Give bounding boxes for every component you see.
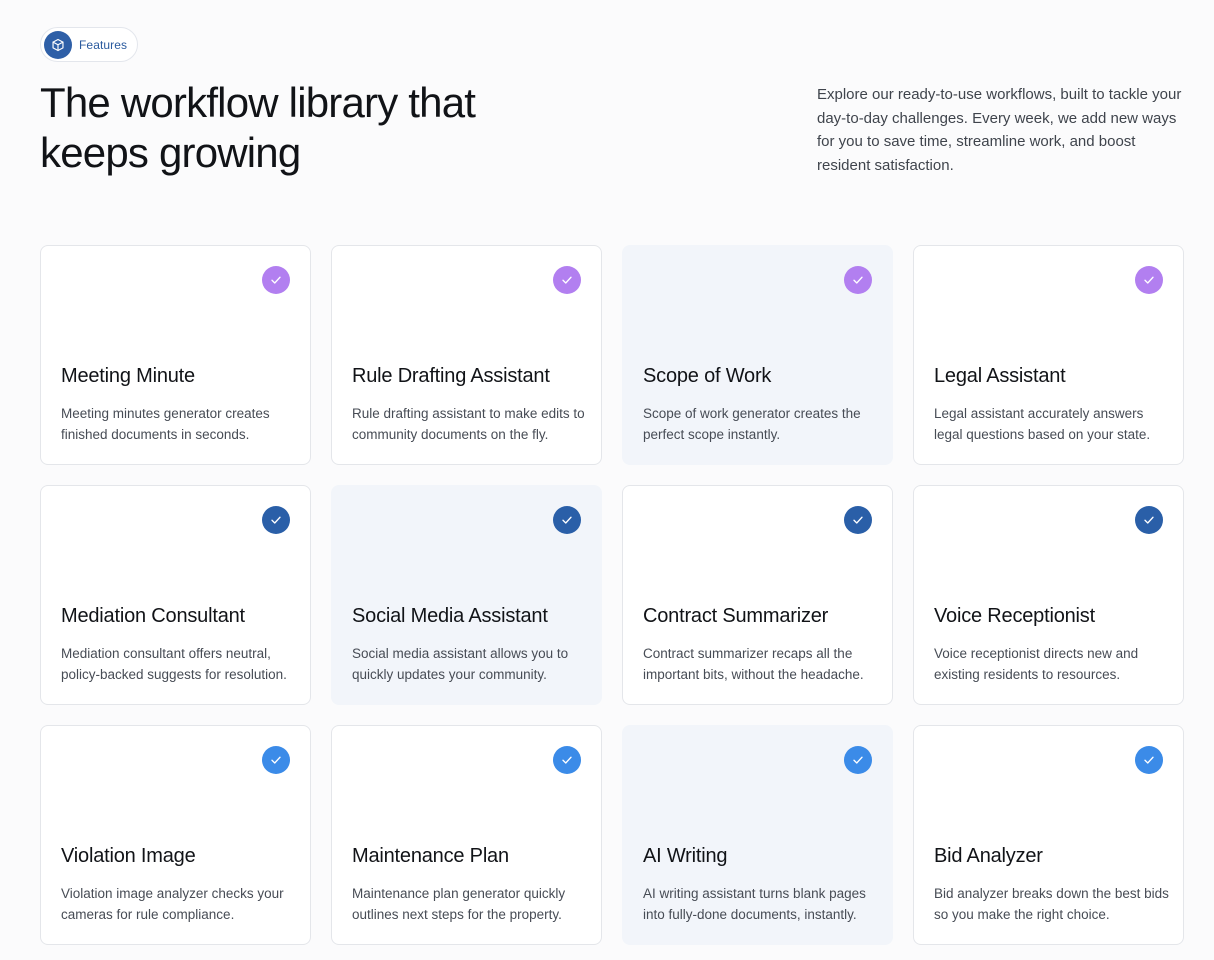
checkmark-icon (553, 506, 581, 534)
card-description: Meeting minutes generator creates finish… (61, 406, 270, 442)
checkmark-icon (1135, 266, 1163, 294)
card-title: Scope of Work (643, 365, 772, 387)
features-section: Features The workflow library that keeps… (0, 0, 1214, 960)
workflow-card-social-media-assistant[interactable]: Social Media Assistant Social media assi… (331, 485, 602, 705)
card-description: Legal assistant accurately answers legal… (934, 406, 1151, 442)
intro-text: Explore our ready-to-use workflows, buil… (817, 86, 1182, 174)
workflow-card-bid-analyzer[interactable]: Bid Analyzer Bid analyzer breaks down th… (913, 725, 1184, 945)
workflow-card-legal-assistant[interactable]: Legal Assistant Legal assistant accurate… (913, 245, 1184, 465)
checkmark-icon (844, 266, 872, 294)
card-description: Maintenance plan generator quickly outli… (352, 886, 566, 922)
card-description: Contract summarizer recaps all the impor… (643, 646, 864, 682)
workflow-card-voice-receptionist[interactable]: Voice Receptionist Voice receptionist di… (913, 485, 1184, 705)
card-description: Scope of work generator creates the perf… (643, 406, 861, 442)
workflow-grid: Meeting Minute Meeting minutes generator… (40, 245, 1184, 945)
card-description: AI writing assistant turns blank pages i… (643, 886, 866, 922)
workflow-card-violation-image[interactable]: Violation Image Violation image analyzer… (40, 725, 311, 945)
features-badge: Features (40, 27, 139, 62)
checkmark-icon (844, 506, 872, 534)
checkmark-icon (553, 266, 581, 294)
checkmark-icon (262, 746, 290, 774)
card-description: Violation image analyzer checks your cam… (61, 886, 284, 922)
page-title: The workflow library that keeps growing (40, 79, 476, 176)
card-description: Voice receptionist directs new and exist… (934, 646, 1139, 682)
badge-label: Features (79, 37, 128, 52)
workflow-card-scope-of-work[interactable]: Scope of Work Scope of work generator cr… (622, 245, 893, 465)
checkmark-icon (262, 266, 290, 294)
checkmark-icon (1135, 746, 1163, 774)
workflow-card-rule-drafting-assistant[interactable]: Rule Drafting Assistant Rule drafting as… (331, 245, 602, 465)
checkmark-icon (1135, 506, 1163, 534)
card-title: AI Writing (643, 845, 728, 867)
card-description: Social media assistant allows you to qui… (352, 646, 569, 682)
checkmark-icon (844, 746, 872, 774)
card-title: Violation Image (61, 845, 196, 867)
card-description: Bid analyzer breaks down the best bids s… (934, 886, 1169, 922)
checkmark-icon (553, 746, 581, 774)
workflow-card-mediation-consultant[interactable]: Mediation Consultant Mediation consultan… (40, 485, 311, 705)
card-title: Voice Receptionist (934, 605, 1095, 627)
card-description: Rule drafting assistant to make edits to… (352, 406, 585, 442)
card-title: Legal Assistant (934, 365, 1066, 387)
workflow-card-contract-summarizer[interactable]: Contract Summarizer Contract summarizer … (622, 485, 893, 705)
card-title: Maintenance Plan (352, 845, 509, 867)
checkmark-icon (262, 506, 290, 534)
card-title: Meeting Minute (61, 365, 195, 387)
card-description: Mediation consultant offers neutral, pol… (61, 646, 287, 682)
workflow-card-ai-writing[interactable]: AI Writing AI writing assistant turns bl… (622, 725, 893, 945)
card-title: Rule Drafting Assistant (352, 365, 550, 387)
card-title: Contract Summarizer (643, 605, 829, 627)
workflow-card-meeting-minute[interactable]: Meeting Minute Meeting minutes generator… (40, 245, 311, 465)
card-title: Mediation Consultant (61, 605, 245, 627)
card-title: Bid Analyzer (934, 845, 1043, 867)
workflow-card-maintenance-plan[interactable]: Maintenance Plan Maintenance plan genera… (331, 725, 602, 945)
cube-icon (44, 30, 72, 59)
card-title: Social Media Assistant (352, 605, 548, 627)
